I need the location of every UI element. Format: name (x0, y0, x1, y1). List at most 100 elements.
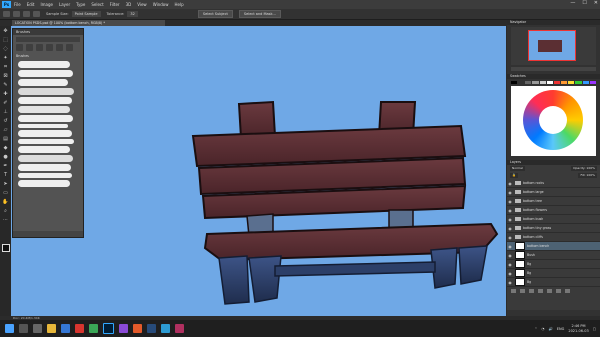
layer-row[interactable]: ◉ bottom bush (507, 215, 600, 224)
brush-preset[interactable] (36, 44, 43, 51)
menu-edit[interactable]: Edit (27, 2, 35, 7)
visibility-eye-icon[interactable]: ◉ (507, 271, 513, 276)
brush-preset[interactable] (66, 44, 73, 51)
select-and-mask-button[interactable]: Select and Mask... (238, 10, 281, 18)
windows-start-icon[interactable] (5, 324, 14, 333)
color-wheel-swatch[interactable] (511, 86, 596, 156)
brush-stroke-preview[interactable] (18, 70, 73, 77)
menu-file[interactable]: File (14, 2, 21, 7)
brush-stroke-preview[interactable] (18, 164, 71, 171)
visibility-eye-icon[interactable]: ◉ (507, 244, 513, 249)
visibility-eye-icon[interactable]: ◉ (507, 190, 513, 195)
app-icon[interactable] (133, 324, 142, 333)
layer-row[interactable]: ◉ bottom flowers (507, 206, 600, 215)
navigator-preview[interactable] (511, 27, 596, 65)
crop-tool-icon[interactable]: ⌗ (2, 64, 9, 71)
volume-icon[interactable]: 🔊 (548, 327, 552, 331)
menu-type[interactable]: Type (76, 2, 85, 7)
brush-stroke-preview[interactable] (18, 139, 74, 144)
document-canvas[interactable] (11, 26, 506, 316)
swatch[interactable] (568, 81, 575, 84)
swatch[interactable] (532, 81, 539, 84)
type-tool-icon[interactable]: T (2, 172, 9, 179)
brush-stroke-preview[interactable] (18, 106, 70, 113)
menu-view[interactable]: View (137, 2, 147, 7)
shape-tool-icon[interactable]: ▭ (2, 190, 9, 197)
brush-stroke-preview[interactable] (18, 130, 72, 137)
clock[interactable]: 2:46 PM 2021-06-03 (568, 324, 588, 334)
brush-stroke-preview[interactable] (18, 180, 70, 187)
app-icon[interactable] (175, 324, 184, 333)
brush-preset[interactable] (46, 44, 53, 51)
brush-search-input[interactable] (16, 37, 80, 42)
brush-stroke-preview[interactable] (18, 97, 72, 104)
tool-preset-icon[interactable] (13, 11, 20, 17)
visibility-eye-icon[interactable]: ◉ (507, 181, 513, 186)
swatch[interactable] (546, 81, 553, 84)
layer-row[interactable]: ◉ bottom tiny grass (507, 224, 600, 233)
swatch[interactable] (525, 81, 532, 84)
brush-stroke-preview[interactable] (18, 146, 70, 153)
visibility-eye-icon[interactable]: ◉ (507, 262, 513, 267)
navigator-zoom-slider[interactable] (511, 67, 596, 71)
file-explorer-icon[interactable] (47, 324, 56, 333)
app-icon[interactable] (119, 324, 128, 333)
visibility-eye-icon[interactable]: ◉ (507, 280, 513, 285)
brush-stroke-preview[interactable] (18, 88, 74, 95)
swatches-panel-title[interactable]: Swatches (507, 74, 600, 79)
add-mask-icon[interactable] (529, 289, 534, 293)
photoshop-taskbar-icon[interactable] (103, 323, 114, 334)
photoshop-logo[interactable]: Ps (2, 1, 11, 8)
tray-chevron-icon[interactable]: ⌃ (534, 327, 537, 331)
swatch[interactable] (511, 81, 518, 84)
move-tool-icon[interactable]: ✥ (2, 28, 9, 35)
visibility-eye-icon[interactable]: ◉ (507, 226, 513, 231)
brush-stroke-preview[interactable] (18, 61, 70, 68)
zoom-tool-icon[interactable]: ⌕ (2, 208, 9, 215)
fill-input[interactable]: Fill: 100% (578, 173, 597, 178)
adjustment-layer-icon[interactable] (538, 289, 543, 293)
menu-3d[interactable]: 3D (126, 2, 132, 7)
history-brush-icon[interactable]: ↺ (2, 118, 9, 125)
swatch[interactable] (589, 81, 596, 84)
link-layers-icon[interactable] (511, 289, 516, 293)
tolerance-input[interactable]: 32 (127, 11, 138, 17)
lock-controls[interactable]: 🔒 (510, 173, 518, 178)
foreground-color-swatch[interactable] (2, 244, 10, 252)
maximize-icon[interactable]: ☐ (582, 0, 586, 6)
brush-tool-icon[interactable]: ✐ (2, 100, 9, 107)
layer-row[interactable]: ◉ Bg (507, 278, 600, 287)
gradient-tool-icon[interactable]: ▤ (2, 136, 9, 143)
language-indicator[interactable]: ENG (557, 327, 565, 331)
opacity-input[interactable]: Opacity: 100% (571, 166, 597, 171)
notifications-icon[interactable]: ▢ (593, 327, 596, 331)
selection-mode-icon[interactable] (23, 11, 30, 17)
swatch[interactable] (582, 81, 589, 84)
visibility-eye-icon[interactable]: ◉ (507, 217, 513, 222)
app-icon[interactable] (161, 324, 170, 333)
layer-row[interactable]: ◉ bottom tree (507, 197, 600, 206)
menu-layer[interactable]: Layer (59, 2, 70, 7)
menu-select[interactable]: Select (91, 2, 103, 7)
media-app-icon[interactable] (75, 324, 84, 333)
brush-stroke-preview[interactable] (18, 124, 68, 128)
task-view-icon[interactable] (33, 324, 42, 333)
layer-row[interactable]: ◉ Bg (507, 260, 600, 269)
path-selection-icon[interactable]: ➤ (2, 181, 9, 188)
chrome-icon[interactable] (89, 324, 98, 333)
blend-mode-select[interactable]: Normal (510, 166, 525, 171)
layer-row[interactable]: ◉ bottom large (507, 188, 600, 197)
swatch[interactable] (518, 81, 525, 84)
minimize-icon[interactable]: — (570, 0, 575, 6)
lasso-tool-icon[interactable]: ◌ (2, 46, 9, 53)
eyedropper-tool-icon[interactable]: ✎ (2, 82, 9, 89)
new-group-icon[interactable] (547, 289, 552, 293)
eraser-tool-icon[interactable]: ▱ (2, 127, 9, 134)
menu-image[interactable]: Image (40, 2, 53, 7)
selection-add-icon[interactable] (33, 11, 40, 17)
trash-icon[interactable] (565, 289, 570, 293)
menu-help[interactable]: Help (174, 2, 183, 7)
brush-stroke-preview[interactable] (18, 115, 73, 122)
layer-style-icon[interactable] (520, 289, 525, 293)
magic-wand-tool-icon[interactable]: ✦ (2, 55, 9, 62)
